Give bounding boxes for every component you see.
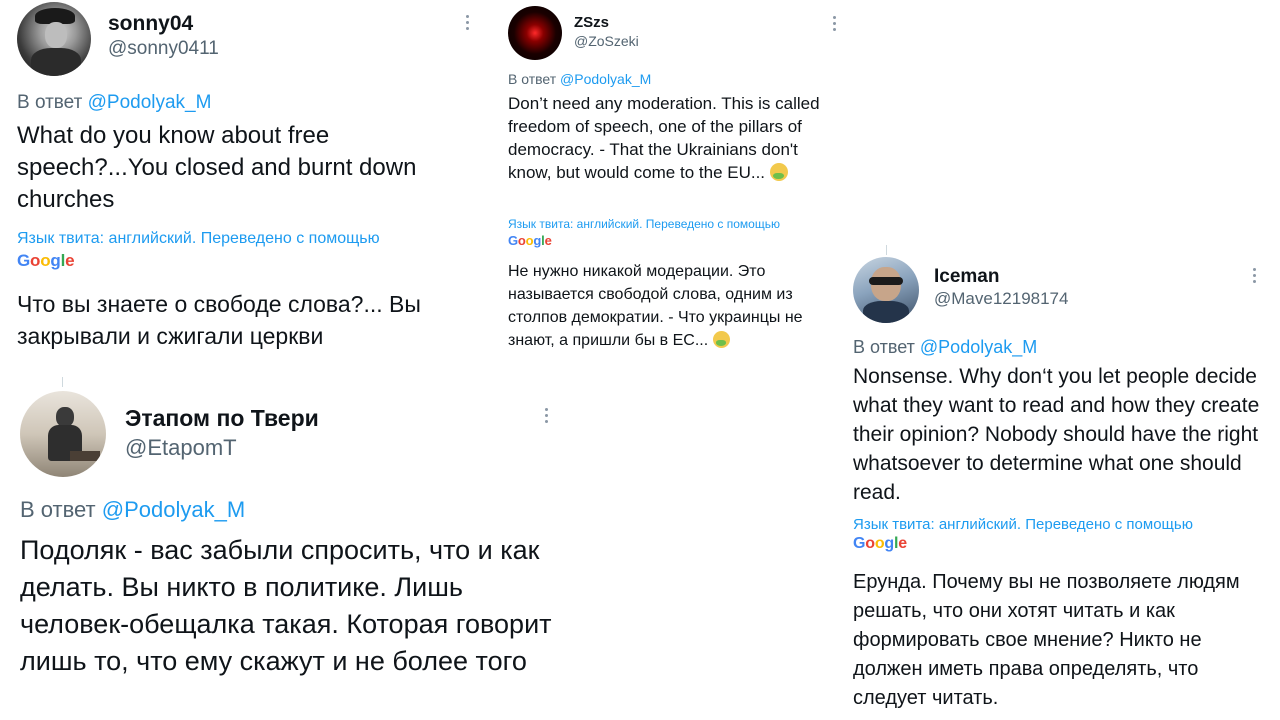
google-logo: Google [853, 535, 907, 552]
avatar[interactable] [20, 391, 106, 477]
translation-note[interactable]: Язык твита: английский. Переведено с пом… [508, 217, 780, 231]
thread-line [62, 377, 63, 387]
reply-context: В ответ @Podolyak_M [853, 337, 1037, 358]
avatar[interactable] [17, 2, 91, 76]
reply-prefix: В ответ [17, 92, 83, 113]
more-options-icon[interactable] [466, 15, 469, 33]
display-name[interactable]: Iceman [934, 266, 999, 288]
translation-note[interactable]: Язык твита: английский. Переведено с пом… [853, 516, 1193, 533]
reply-prefix: В ответ [20, 497, 96, 522]
reply-mention-link[interactable]: @Podolyak_M [102, 497, 245, 522]
reply-prefix: В ответ [853, 337, 915, 357]
more-options-icon[interactable] [1253, 268, 1256, 286]
more-options-icon[interactable] [545, 408, 548, 426]
reply-context: В ответ @Podolyak_M [17, 92, 211, 114]
display-name[interactable]: Этапом по Твери [125, 405, 319, 432]
user-handle[interactable]: @sonny0411 [108, 38, 219, 60]
reply-context: В ответ @Podolyak_M [20, 497, 245, 523]
avatar[interactable] [853, 257, 919, 323]
thread-line [886, 245, 887, 255]
translation-note[interactable]: Язык твита: английский. Переведено с пом… [17, 230, 380, 248]
reply-context: В ответ @Podolyak_M [508, 71, 651, 87]
translated-text-content: Не нужно никакой модерации. Это называет… [508, 263, 803, 349]
display-name[interactable]: sonny04 [108, 12, 193, 36]
reply-mention-link[interactable]: @Podolyak_M [560, 71, 651, 87]
user-handle[interactable]: @Mave12198174 [934, 289, 1068, 309]
nauseated-face-icon [769, 163, 788, 181]
tweet-text: Nonsense. Why don‘t you let people decid… [853, 365, 1260, 504]
reply-mention-link[interactable]: @Podolyak_M [920, 337, 1037, 357]
tweet-text: What do you know about free speech?...Yo… [17, 122, 417, 213]
translated-text: Что вы знаете о свободе слова?... Вы зак… [17, 291, 421, 349]
reply-mention-link[interactable]: @Podolyak_M [88, 92, 212, 113]
tweet-text: Don’t need any moderation. This is calle… [508, 92, 838, 184]
user-handle[interactable]: @EtapomT [125, 435, 237, 461]
avatar[interactable] [508, 6, 562, 60]
display-name[interactable]: ZSzs [574, 14, 609, 31]
google-logo: Google [508, 233, 552, 248]
tweet-text: Подоляк - вас забыли спросить, что и как… [20, 535, 552, 676]
translated-text: Ерунда. Почему вы не позволяете людям ре… [853, 571, 1240, 709]
translated-text: Не нужно никакой модерации. Это называет… [508, 260, 838, 352]
google-logo: Google [17, 251, 75, 270]
reply-prefix: В ответ [508, 71, 557, 87]
more-options-icon[interactable] [833, 16, 836, 34]
nauseated-face-icon [712, 331, 730, 348]
user-handle[interactable]: @ZoSzeki [574, 33, 639, 49]
